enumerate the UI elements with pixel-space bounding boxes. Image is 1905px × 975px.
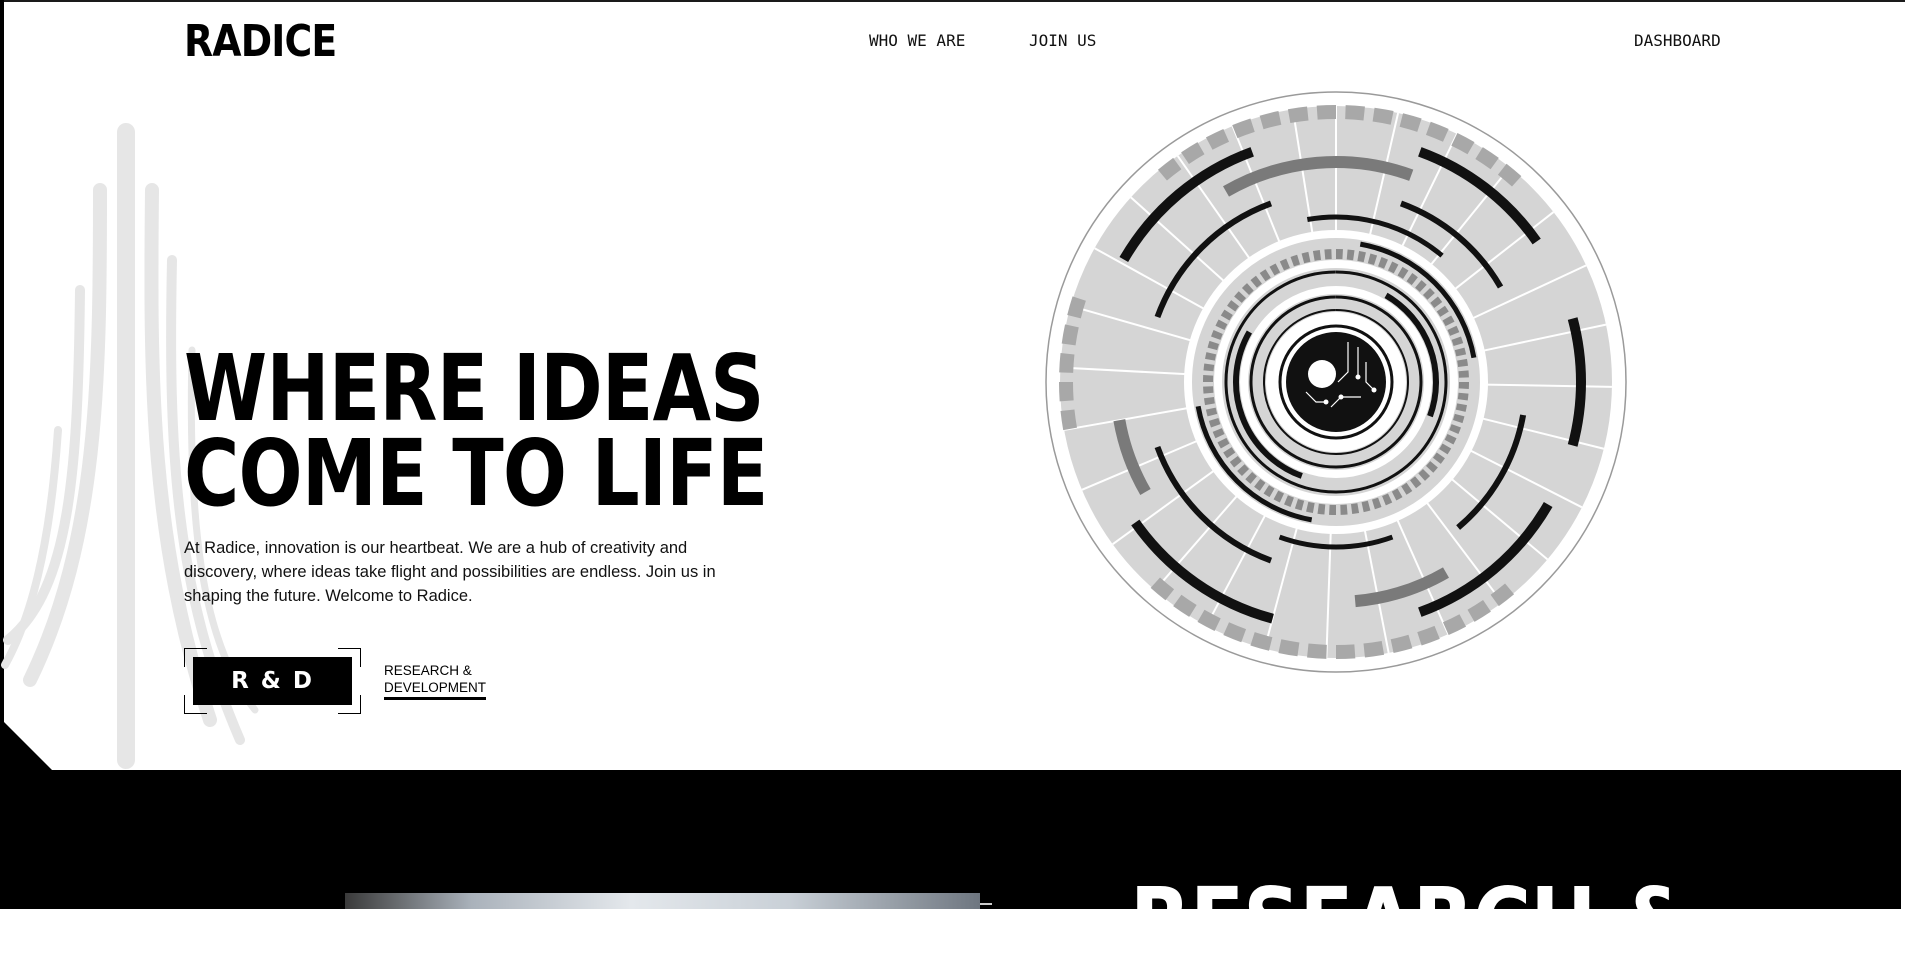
section-heading: RESEARCH & (1130, 868, 1691, 975)
window-top-border (0, 0, 1905, 2)
logo[interactable]: RADICE (184, 16, 337, 67)
nav-who-we-are[interactable]: WHO WE ARE (869, 31, 965, 50)
hero-title-line2: COME TO LIFE (184, 420, 768, 527)
section-image (345, 893, 980, 909)
hero-description: At Radice, innovation is our heartbeat. … (184, 539, 716, 605)
research-development-link[interactable]: RESEARCH & DEVELOPMENT (384, 662, 494, 700)
rd-link-line2: DEVELOPMENT (384, 679, 487, 700)
rd-link-line1: RESEARCH & (384, 663, 472, 678)
rd-button[interactable]: R & D (193, 657, 352, 705)
rd-button-frame: R & D (184, 648, 361, 714)
nav-dashboard[interactable]: DASHBOARD (1634, 31, 1721, 50)
nav-join-us[interactable]: JOIN US (1029, 31, 1096, 50)
image-frame-edge (980, 903, 992, 905)
circuit-eye-icon (1045, 91, 1627, 673)
hero-title-line1: WHERE IDEAS (184, 335, 765, 442)
section-corner-cut (4, 722, 52, 770)
hero-title: WHERE IDEAS COME TO LIFE (184, 335, 768, 527)
